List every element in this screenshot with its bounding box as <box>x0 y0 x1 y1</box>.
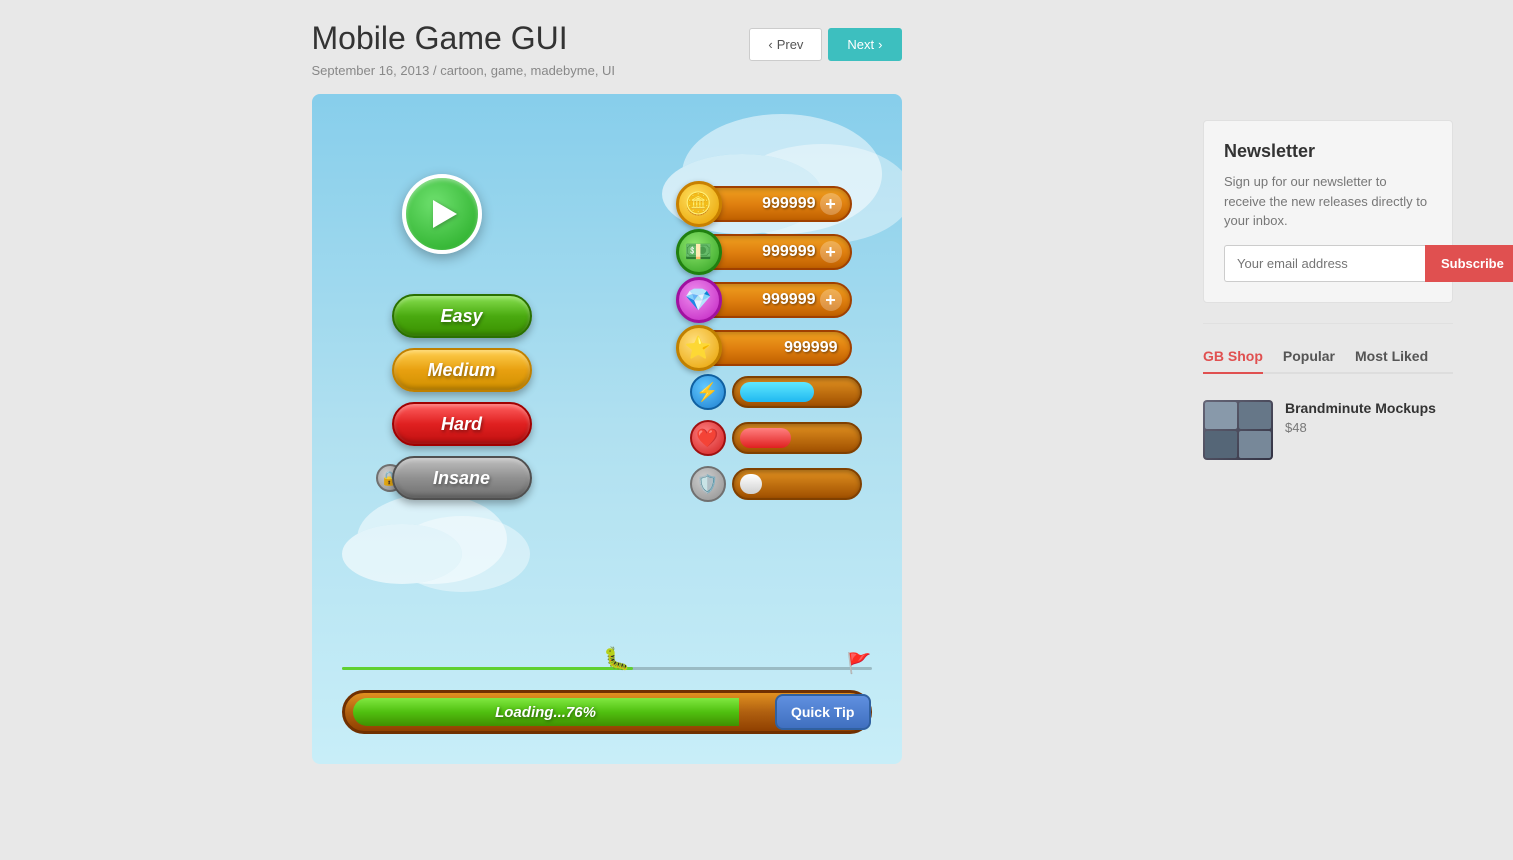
coin-resource: 🪙 999999 + <box>676 184 852 224</box>
star-value: 999999 <box>784 339 837 357</box>
cash-icon: 💵 <box>676 229 722 275</box>
quick-tip-button[interactable]: Quick Tip <box>775 694 871 730</box>
defense-bar-fill <box>740 474 763 494</box>
gem-bar: 999999 + <box>712 282 852 318</box>
post-date: September 16, 2013 <box>312 63 430 78</box>
coin-plus[interactable]: + <box>820 193 842 215</box>
flag-icon: 🚩 <box>847 651 872 676</box>
cloud-bottom-left <box>342 524 462 584</box>
next-button[interactable]: Next › <box>828 28 901 61</box>
thumb-block-1 <box>1205 402 1237 429</box>
next-arrow-icon: › <box>878 37 882 52</box>
worm-character: 🐛 <box>603 646 630 672</box>
star-resource: ⭐ 999999 <box>676 328 852 368</box>
gem-plus[interactable]: + <box>820 289 842 311</box>
health-bar-fill <box>740 428 791 448</box>
game-screenshot: Easy Medium Hard 🔒 Insane 🪙 999999 + <box>312 94 902 764</box>
prev-button[interactable]: ‹ Prev <box>749 28 822 61</box>
medium-button[interactable]: Medium <box>392 348 532 392</box>
resource-panel: 🪙 999999 + 💵 999999 + 💎 <box>676 184 852 368</box>
shop-item-name: Brandminute Mockups <box>1285 400 1436 416</box>
post-tags: cartoon, game, madebyme, UI <box>440 63 615 78</box>
loading-text: Loading...76% <box>495 704 596 721</box>
subscribe-button[interactable]: Subscribe <box>1425 245 1513 282</box>
play-icon <box>433 200 457 228</box>
health-progress-row: ❤️ <box>690 420 862 456</box>
progress-panel: ⚡ ❤️ 🛡️ <box>690 374 862 502</box>
tabs-row: GB Shop Popular Most Liked <box>1203 340 1453 374</box>
insane-wrapper: 🔒 Insane <box>392 456 532 500</box>
prev-arrow-icon: ‹ <box>768 37 772 52</box>
newsletter-form: Subscribe <box>1224 245 1432 282</box>
post-meta: September 16, 2013 / cartoon, game, made… <box>312 63 902 78</box>
star-bar: 999999 <box>712 330 852 366</box>
tab-gb-shop[interactable]: GB Shop <box>1203 340 1263 374</box>
hard-button[interactable]: Hard <box>392 402 532 446</box>
cash-plus[interactable]: + <box>820 241 842 263</box>
defense-progress-row: 🛡️ <box>690 466 862 502</box>
play-button[interactable] <box>402 174 482 254</box>
shop-info: Brandminute Mockups $48 <box>1285 400 1436 435</box>
thumb-block-4 <box>1239 431 1271 458</box>
energy-bar-fill <box>740 382 814 402</box>
newsletter-description: Sign up for our newsletter to receive th… <box>1224 172 1432 231</box>
health-bar-container <box>732 422 862 454</box>
health-icon: ❤️ <box>690 420 726 456</box>
shop-thumbnail <box>1203 400 1273 460</box>
prev-label: Prev <box>777 37 804 52</box>
loading-bar-fill: Loading...76% <box>353 698 739 726</box>
bottom-area: 🐛 🚩 Loading...76% Quick Tip <box>342 646 872 734</box>
newsletter-title: Newsletter <box>1224 141 1432 162</box>
defense-bar-container <box>732 468 862 500</box>
easy-button[interactable]: Easy <box>392 294 532 338</box>
worm-track: 🐛 🚩 <box>342 646 872 676</box>
energy-icon: ⚡ <box>690 374 726 410</box>
coin-icon: 🪙 <box>676 181 722 227</box>
tab-most-liked[interactable]: Most Liked <box>1355 340 1428 374</box>
cash-bar: 999999 + <box>712 234 852 270</box>
sidebar: Newsletter Sign up for our newsletter to… <box>1173 20 1473 764</box>
meta-separator: / <box>433 63 437 78</box>
loading-bar-container: Loading...76% Quick Tip <box>342 690 872 734</box>
difficulty-buttons: Easy Medium Hard 🔒 Insane <box>392 294 532 500</box>
thumb-block-3 <box>1205 431 1237 458</box>
shop-item-price: $48 <box>1285 420 1436 435</box>
energy-progress-row: ⚡ <box>690 374 862 410</box>
next-label: Next <box>847 37 874 52</box>
coin-value: 999999 <box>762 195 815 213</box>
email-input[interactable] <box>1224 245 1425 282</box>
coin-bar: 999999 + <box>712 186 852 222</box>
cash-value: 999999 <box>762 243 815 261</box>
cash-resource: 💵 999999 + <box>676 232 852 272</box>
gem-icon: 💎 <box>676 277 722 323</box>
gem-value: 999999 <box>762 291 815 309</box>
track-green <box>342 667 634 670</box>
thumb-block-2 <box>1239 402 1271 429</box>
insane-button[interactable]: Insane <box>392 456 532 500</box>
gem-resource: 💎 999999 + <box>676 280 852 320</box>
tab-popular[interactable]: Popular <box>1283 340 1335 374</box>
divider <box>1203 323 1453 324</box>
energy-bar-container <box>732 376 862 408</box>
shop-item: Brandminute Mockups $48 <box>1203 390 1453 470</box>
defense-icon: 🛡️ <box>690 466 726 502</box>
star-icon: ⭐ <box>676 325 722 371</box>
newsletter-box: Newsletter Sign up for our newsletter to… <box>1203 120 1453 303</box>
nav-buttons: ‹ Prev Next › <box>749 28 901 61</box>
